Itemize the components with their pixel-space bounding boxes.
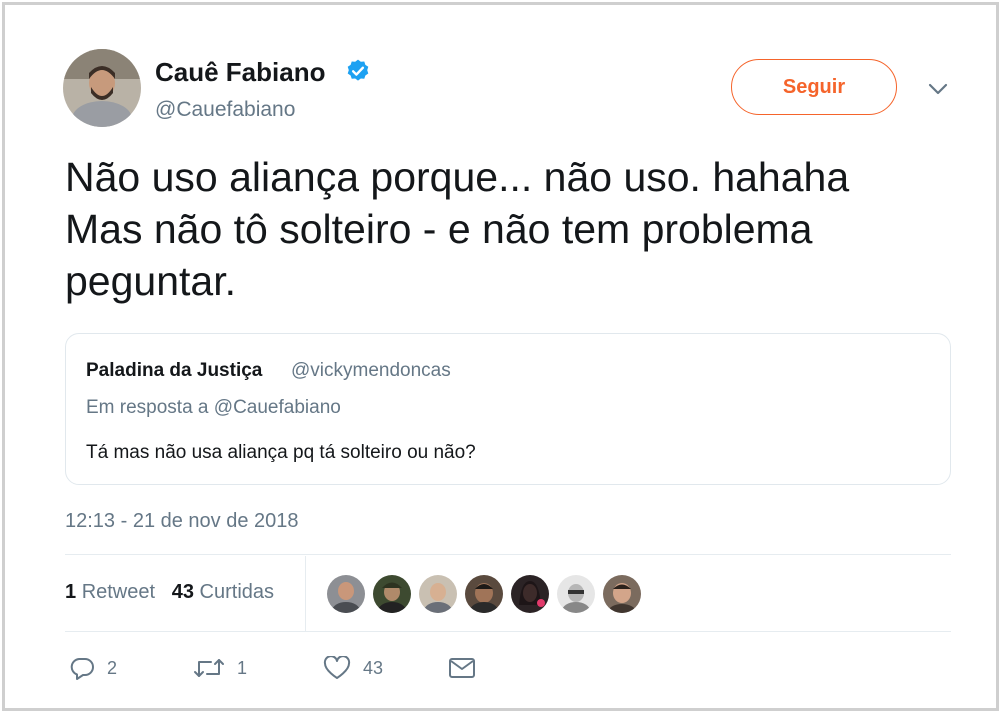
liker-avatar[interactable] <box>372 574 412 614</box>
reply-count: 2 <box>107 657 118 678</box>
reply-to-link[interactable]: @Cauefabiano <box>214 397 341 418</box>
likes-count[interactable]: 43 <box>172 581 194 603</box>
tweet-line: Mas não tô solteiro - e não tem problema <box>65 206 813 252</box>
divider <box>65 554 951 555</box>
retweets-count[interactable]: 1 <box>65 581 76 603</box>
author-avatar[interactable] <box>63 49 141 127</box>
liker-avatar[interactable] <box>464 574 504 614</box>
reply-prefix: Em resposta a <box>86 397 209 418</box>
divider <box>65 631 951 632</box>
tweet-stats: 1 Retweet 43 Curtidas <box>65 581 274 604</box>
author-name[interactable]: Cauê Fabiano <box>155 57 325 88</box>
tweet-timestamp[interactable]: 12:13 - 21 de nov de 2018 <box>65 510 299 533</box>
envelope-icon <box>448 656 476 680</box>
quoted-tweet[interactable]: Paladina da Justiça @vickymendoncas Em r… <box>65 333 951 485</box>
verified-badge-icon <box>345 58 371 84</box>
liker-avatar[interactable] <box>418 574 458 614</box>
retweet-icon <box>193 656 225 680</box>
chevron-down-icon[interactable] <box>925 78 951 100</box>
liker-avatar[interactable] <box>326 574 366 614</box>
quoted-text: Tá mas não usa aliança pq tá solteiro ou… <box>86 442 476 463</box>
tweet-line: Não uso aliança porque... não uso. hahah… <box>65 154 850 200</box>
retweet-count: 1 <box>237 657 248 678</box>
liker-avatar[interactable] <box>556 574 596 614</box>
quoted-author-handle: @vickymendoncas <box>291 360 451 381</box>
quoted-author-name: Paladina da Justiça <box>86 360 263 381</box>
liker-avatar[interactable] <box>602 574 642 614</box>
like-count: 43 <box>363 657 384 678</box>
like-button[interactable]: 43 <box>323 653 383 683</box>
reply-button[interactable]: 2 <box>69 653 117 683</box>
tweet-text: Não uso aliança porque... não uso. hahah… <box>65 151 945 307</box>
tweet-card: Cauê Fabiano @Cauefabiano Seguir Não uso… <box>2 2 999 711</box>
retweets-label[interactable]: Retweet <box>82 581 155 603</box>
reply-icon <box>69 656 95 680</box>
liker-avatar[interactable] <box>510 574 550 614</box>
retweet-button[interactable]: 1 <box>193 653 247 683</box>
divider <box>305 556 306 631</box>
message-button[interactable] <box>448 653 476 683</box>
author-handle[interactable]: @Cauefabiano <box>155 98 295 122</box>
tweet-line: peguntar. <box>65 258 236 304</box>
follow-button[interactable]: Seguir <box>731 59 897 115</box>
reply-context: Em resposta a @Cauefabiano <box>86 397 341 419</box>
likes-label[interactable]: Curtidas <box>200 581 274 603</box>
heart-icon <box>323 656 351 680</box>
